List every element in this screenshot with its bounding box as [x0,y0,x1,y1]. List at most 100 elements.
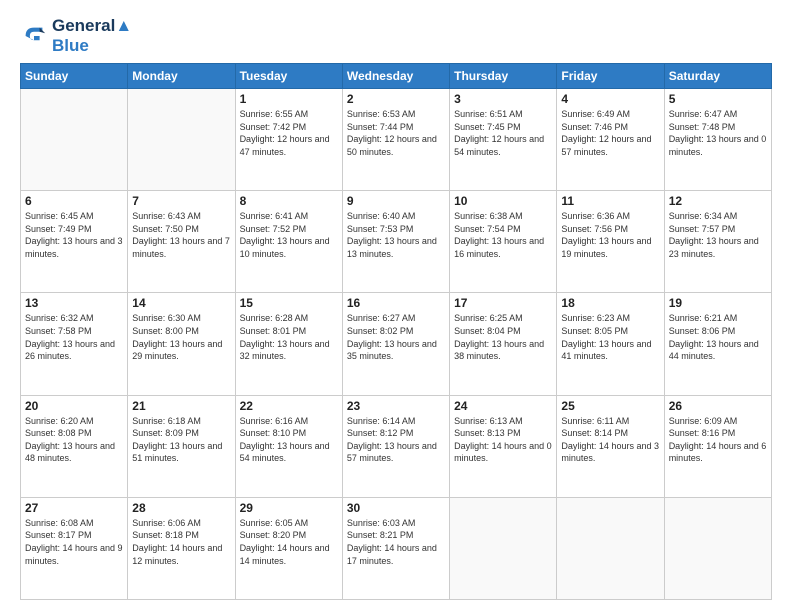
day-number: 6 [25,194,123,208]
day-info: Sunrise: 6:06 AM Sunset: 8:18 PM Dayligh… [132,517,230,567]
day-info: Sunrise: 6:47 AM Sunset: 7:48 PM Dayligh… [669,108,767,158]
day-info: Sunrise: 6:25 AM Sunset: 8:04 PM Dayligh… [454,312,552,362]
calendar-cell [557,497,664,599]
day-info: Sunrise: 6:18 AM Sunset: 8:09 PM Dayligh… [132,415,230,465]
day-info: Sunrise: 6:51 AM Sunset: 7:45 PM Dayligh… [454,108,552,158]
logo-text: General▲ Blue [52,16,132,55]
calendar-cell: 12 Sunrise: 6:34 AM Sunset: 7:57 PM Dayli… [664,191,771,293]
day-number: 16 [347,296,445,310]
day-info: Sunrise: 6:45 AM Sunset: 7:49 PM Dayligh… [25,210,123,260]
day-info: Sunrise: 6:27 AM Sunset: 8:02 PM Dayligh… [347,312,445,362]
calendar-cell: 24 Sunrise: 6:13 AM Sunset: 8:13 PM Dayli… [450,395,557,497]
day-info: Sunrise: 6:14 AM Sunset: 8:12 PM Dayligh… [347,415,445,465]
calendar-cell: 26Sunrise: 6:09 AM Sunset: 8:16 PM Dayli… [664,395,771,497]
calendar-table: SundayMondayTuesdayWednesdayThursdayFrid… [20,63,772,600]
day-number: 21 [132,399,230,413]
day-info: Sunrise: 6:16 AM Sunset: 8:10 PM Dayligh… [240,415,338,465]
calendar-cell [128,89,235,191]
calendar-cell: 20 Sunrise: 6:20 AM Sunset: 8:08 PM Dayli… [21,395,128,497]
weekday-header-sunday: Sunday [21,64,128,89]
calendar-cell: 19Sunrise: 6:21 AM Sunset: 8:06 PM Dayli… [664,293,771,395]
calendar-cell: 15 Sunrise: 6:28 AM Sunset: 8:01 PM Dayli… [235,293,342,395]
calendar-cell: 27Sunrise: 6:08 AM Sunset: 8:17 PM Dayli… [21,497,128,599]
weekday-header-saturday: Saturday [664,64,771,89]
calendar-cell: 25 Sunrise: 6:11 AM Sunset: 8:14 PM Dayli… [557,395,664,497]
logo-icon [20,22,48,50]
day-info: Sunrise: 6:09 AM Sunset: 8:16 PM Dayligh… [669,415,767,465]
day-info: Sunrise: 6:34 AM Sunset: 7:57 PM Dayligh… [669,210,767,260]
day-number: 28 [132,501,230,515]
calendar-cell: 18 Sunrise: 6:23 AM Sunset: 8:05 PM Dayli… [557,293,664,395]
day-number: 25 [561,399,659,413]
calendar-cell: 21 Sunrise: 6:18 AM Sunset: 8:09 PM Dayli… [128,395,235,497]
day-number: 5 [669,92,767,106]
calendar-cell [450,497,557,599]
day-number: 9 [347,194,445,208]
weekday-header-wednesday: Wednesday [342,64,449,89]
day-info: Sunrise: 6:49 AM Sunset: 7:46 PM Dayligh… [561,108,659,158]
calendar-week-1: 6 Sunrise: 6:45 AM Sunset: 7:49 PM Daylig… [21,191,772,293]
calendar-cell: 8 Sunrise: 6:41 AM Sunset: 7:52 PM Daylig… [235,191,342,293]
calendar-cell: 5 Sunrise: 6:47 AM Sunset: 7:48 PM Daylig… [664,89,771,191]
day-info: Sunrise: 6:03 AM Sunset: 8:21 PM Dayligh… [347,517,445,567]
calendar-cell: 11 Sunrise: 6:36 AM Sunset: 7:56 PM Dayli… [557,191,664,293]
day-number: 20 [25,399,123,413]
calendar-cell [21,89,128,191]
calendar-cell: 7 Sunrise: 6:43 AM Sunset: 7:50 PM Daylig… [128,191,235,293]
day-number: 2 [347,92,445,106]
calendar-cell: 13Sunrise: 6:32 AM Sunset: 7:58 PM Dayli… [21,293,128,395]
day-number: 8 [240,194,338,208]
day-info: Sunrise: 6:53 AM Sunset: 7:44 PM Dayligh… [347,108,445,158]
day-info: Sunrise: 6:28 AM Sunset: 8:01 PM Dayligh… [240,312,338,362]
day-number: 14 [132,296,230,310]
day-info: Sunrise: 6:23 AM Sunset: 8:05 PM Dayligh… [561,312,659,362]
day-number: 11 [561,194,659,208]
day-info: Sunrise: 6:21 AM Sunset: 8:06 PM Dayligh… [669,312,767,362]
day-number: 15 [240,296,338,310]
day-number: 3 [454,92,552,106]
day-number: 30 [347,501,445,515]
day-info: Sunrise: 6:40 AM Sunset: 7:53 PM Dayligh… [347,210,445,260]
day-number: 24 [454,399,552,413]
weekday-header-tuesday: Tuesday [235,64,342,89]
day-info: Sunrise: 6:20 AM Sunset: 8:08 PM Dayligh… [25,415,123,465]
weekday-header-monday: Monday [128,64,235,89]
calendar-cell: 6 Sunrise: 6:45 AM Sunset: 7:49 PM Daylig… [21,191,128,293]
day-number: 4 [561,92,659,106]
day-info: Sunrise: 6:05 AM Sunset: 8:20 PM Dayligh… [240,517,338,567]
day-info: Sunrise: 6:30 AM Sunset: 8:00 PM Dayligh… [132,312,230,362]
logo: General▲ Blue [20,16,132,55]
calendar-cell: 1 Sunrise: 6:55 AM Sunset: 7:42 PM Daylig… [235,89,342,191]
day-number: 29 [240,501,338,515]
calendar-cell: 2 Sunrise: 6:53 AM Sunset: 7:44 PM Daylig… [342,89,449,191]
calendar-cell: 4 Sunrise: 6:49 AM Sunset: 7:46 PM Daylig… [557,89,664,191]
calendar-cell [664,497,771,599]
day-info: Sunrise: 6:36 AM Sunset: 7:56 PM Dayligh… [561,210,659,260]
calendar-cell: 10 Sunrise: 6:38 AM Sunset: 7:54 PM Dayli… [450,191,557,293]
day-info: Sunrise: 6:43 AM Sunset: 7:50 PM Dayligh… [132,210,230,260]
page: General▲ Blue SundayMondayTuesdayWednesd… [0,0,792,612]
day-info: Sunrise: 6:13 AM Sunset: 8:13 PM Dayligh… [454,415,552,465]
day-number: 27 [25,501,123,515]
day-number: 7 [132,194,230,208]
day-info: Sunrise: 6:41 AM Sunset: 7:52 PM Dayligh… [240,210,338,260]
day-number: 18 [561,296,659,310]
calendar-cell: 28 Sunrise: 6:06 AM Sunset: 8:18 PM Dayli… [128,497,235,599]
calendar-cell: 17Sunrise: 6:25 AM Sunset: 8:04 PM Dayli… [450,293,557,395]
day-number: 1 [240,92,338,106]
calendar-cell: 23Sunrise: 6:14 AM Sunset: 8:12 PM Dayli… [342,395,449,497]
day-info: Sunrise: 6:32 AM Sunset: 7:58 PM Dayligh… [25,312,123,362]
day-number: 12 [669,194,767,208]
calendar-cell: 30 Sunrise: 6:03 AM Sunset: 8:21 PM Dayli… [342,497,449,599]
calendar-week-0: 1 Sunrise: 6:55 AM Sunset: 7:42 PM Daylig… [21,89,772,191]
calendar-cell: 9 Sunrise: 6:40 AM Sunset: 7:53 PM Daylig… [342,191,449,293]
day-info: Sunrise: 6:11 AM Sunset: 8:14 PM Dayligh… [561,415,659,465]
day-number: 22 [240,399,338,413]
calendar-cell: 16 Sunrise: 6:27 AM Sunset: 8:02 PM Dayli… [342,293,449,395]
calendar-cell: 3 Sunrise: 6:51 AM Sunset: 7:45 PM Daylig… [450,89,557,191]
day-number: 10 [454,194,552,208]
day-info: Sunrise: 6:55 AM Sunset: 7:42 PM Dayligh… [240,108,338,158]
calendar-cell: 22 Sunrise: 6:16 AM Sunset: 8:10 PM Dayli… [235,395,342,497]
calendar-cell: 14 Sunrise: 6:30 AM Sunset: 8:00 PM Dayli… [128,293,235,395]
day-info: Sunrise: 6:38 AM Sunset: 7:54 PM Dayligh… [454,210,552,260]
